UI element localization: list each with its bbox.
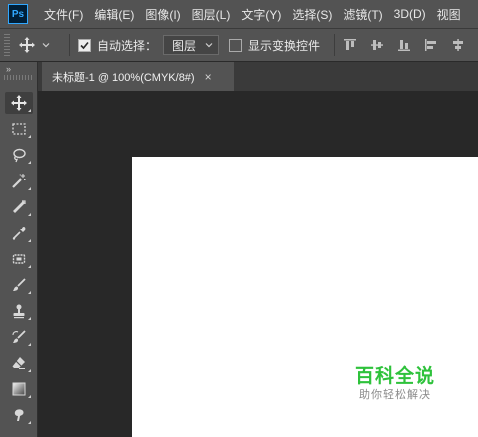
tool-group-indicator xyxy=(28,213,31,216)
document-tab[interactable]: 未标题-1 @ 100%(CMYK/8#) × xyxy=(42,62,234,91)
menu-layer[interactable]: 图层(L) xyxy=(192,6,231,23)
tool-group-indicator xyxy=(28,369,31,372)
tool-group-indicator xyxy=(28,317,31,320)
lasso-icon xyxy=(13,148,26,163)
magic-wand-icon xyxy=(12,174,26,188)
brush-tool[interactable] xyxy=(5,274,33,296)
align-left-icon[interactable] xyxy=(424,38,438,52)
healing-tool[interactable] xyxy=(5,248,33,270)
healing-brush-icon xyxy=(12,254,26,264)
menu-filter[interactable]: 滤镜(T) xyxy=(343,6,382,23)
tools-panel-grip[interactable] xyxy=(4,75,34,80)
marquee-tool[interactable] xyxy=(5,118,33,140)
eyedropper-icon xyxy=(12,227,26,240)
separator xyxy=(69,34,70,56)
menu-3d[interactable]: 3D(D) xyxy=(394,7,426,21)
options-bar: 自动选择： 图层 显示变换控件 xyxy=(0,28,478,62)
smudge-icon xyxy=(14,409,24,421)
photoshop-logo-icon[interactable]: Ps xyxy=(8,4,28,24)
stamp-tool[interactable] xyxy=(5,300,33,322)
tool-group-indicator xyxy=(28,265,31,268)
menu-image[interactable]: 图像(I) xyxy=(145,6,180,23)
rectangular-marquee-icon xyxy=(12,123,26,135)
tool-group-indicator xyxy=(28,395,31,398)
tool-group-indicator xyxy=(28,135,31,138)
separator xyxy=(334,34,336,56)
close-icon[interactable]: × xyxy=(205,70,212,84)
options-bar-grip[interactable] xyxy=(4,34,10,56)
align-horizontal-center-icon[interactable] xyxy=(451,38,465,52)
document-tab-title: 未标题-1 @ 100%(CMYK/8#) xyxy=(52,71,195,84)
align-top-icon[interactable] xyxy=(343,38,357,52)
auto-select-target-value: 图层 xyxy=(172,38,197,53)
move-tool[interactable] xyxy=(5,92,33,114)
tool-group-indicator xyxy=(28,291,31,294)
tool-group-indicator xyxy=(28,239,31,242)
eraser-tool[interactable] xyxy=(5,352,33,374)
tool-group-indicator xyxy=(28,187,31,190)
gradient-tool[interactable] xyxy=(5,378,33,400)
move-icon xyxy=(11,95,27,111)
eraser-icon xyxy=(12,357,25,369)
checkmark-icon xyxy=(80,41,89,49)
watermark-subtitle: 助你轻松解决 xyxy=(359,389,431,401)
history-brush-icon xyxy=(12,330,26,343)
smudge-tool[interactable] xyxy=(5,404,33,426)
menu-view[interactable]: 视图 xyxy=(437,6,461,23)
show-transform-checkbox[interactable] xyxy=(229,38,242,52)
tool-group-indicator xyxy=(28,161,31,164)
menu-bar: Ps 文件(F) 编辑(E) 图像(I) 图层(L) 文字(Y) 选择(S) 滤… xyxy=(0,0,478,28)
document-tab-bar: 未标题-1 @ 100%(CMYK/8#) × xyxy=(38,62,478,91)
tool-group-indicator xyxy=(28,421,31,424)
watermark: 百科全说 助你轻松解决 xyxy=(345,366,445,402)
crop-icon xyxy=(13,200,26,213)
magic-wand-tool[interactable] xyxy=(5,170,33,192)
chevron-down-icon xyxy=(42,43,50,48)
align-buttons xyxy=(343,38,478,52)
align-vertical-center-icon[interactable] xyxy=(370,38,384,52)
auto-select-label: 自动选择： xyxy=(97,38,158,53)
lasso-tool[interactable] xyxy=(5,144,33,166)
tools-panel: » xyxy=(0,62,38,437)
crop-tool[interactable] xyxy=(5,196,33,218)
tool-group-indicator xyxy=(28,343,31,346)
tool-preset-picker[interactable] xyxy=(18,36,51,54)
eyedropper-tool[interactable] xyxy=(5,222,33,244)
menu-select[interactable]: 选择(S) xyxy=(292,6,332,23)
auto-select-checkbox[interactable] xyxy=(78,38,91,52)
collapse-panel-icon[interactable]: » xyxy=(6,64,11,74)
chevron-down-icon xyxy=(205,43,213,48)
brush-icon xyxy=(13,278,26,291)
auto-select-target-dropdown[interactable]: 图层 xyxy=(163,35,219,55)
tool-group-indicator xyxy=(28,109,31,112)
history-brush-tool[interactable] xyxy=(5,326,33,348)
align-bottom-icon[interactable] xyxy=(397,38,411,52)
watermark-title: 百科全说 xyxy=(354,366,435,387)
move-icon xyxy=(19,37,35,53)
show-transform-label: 显示变换控件 xyxy=(248,38,321,53)
clone-stamp-icon xyxy=(13,304,25,319)
gradient-icon xyxy=(12,382,26,396)
menu-type[interactable]: 文字(Y) xyxy=(241,6,281,23)
menu-edit[interactable]: 编辑(E) xyxy=(94,6,134,23)
menu-file[interactable]: 文件(F) xyxy=(44,6,83,23)
